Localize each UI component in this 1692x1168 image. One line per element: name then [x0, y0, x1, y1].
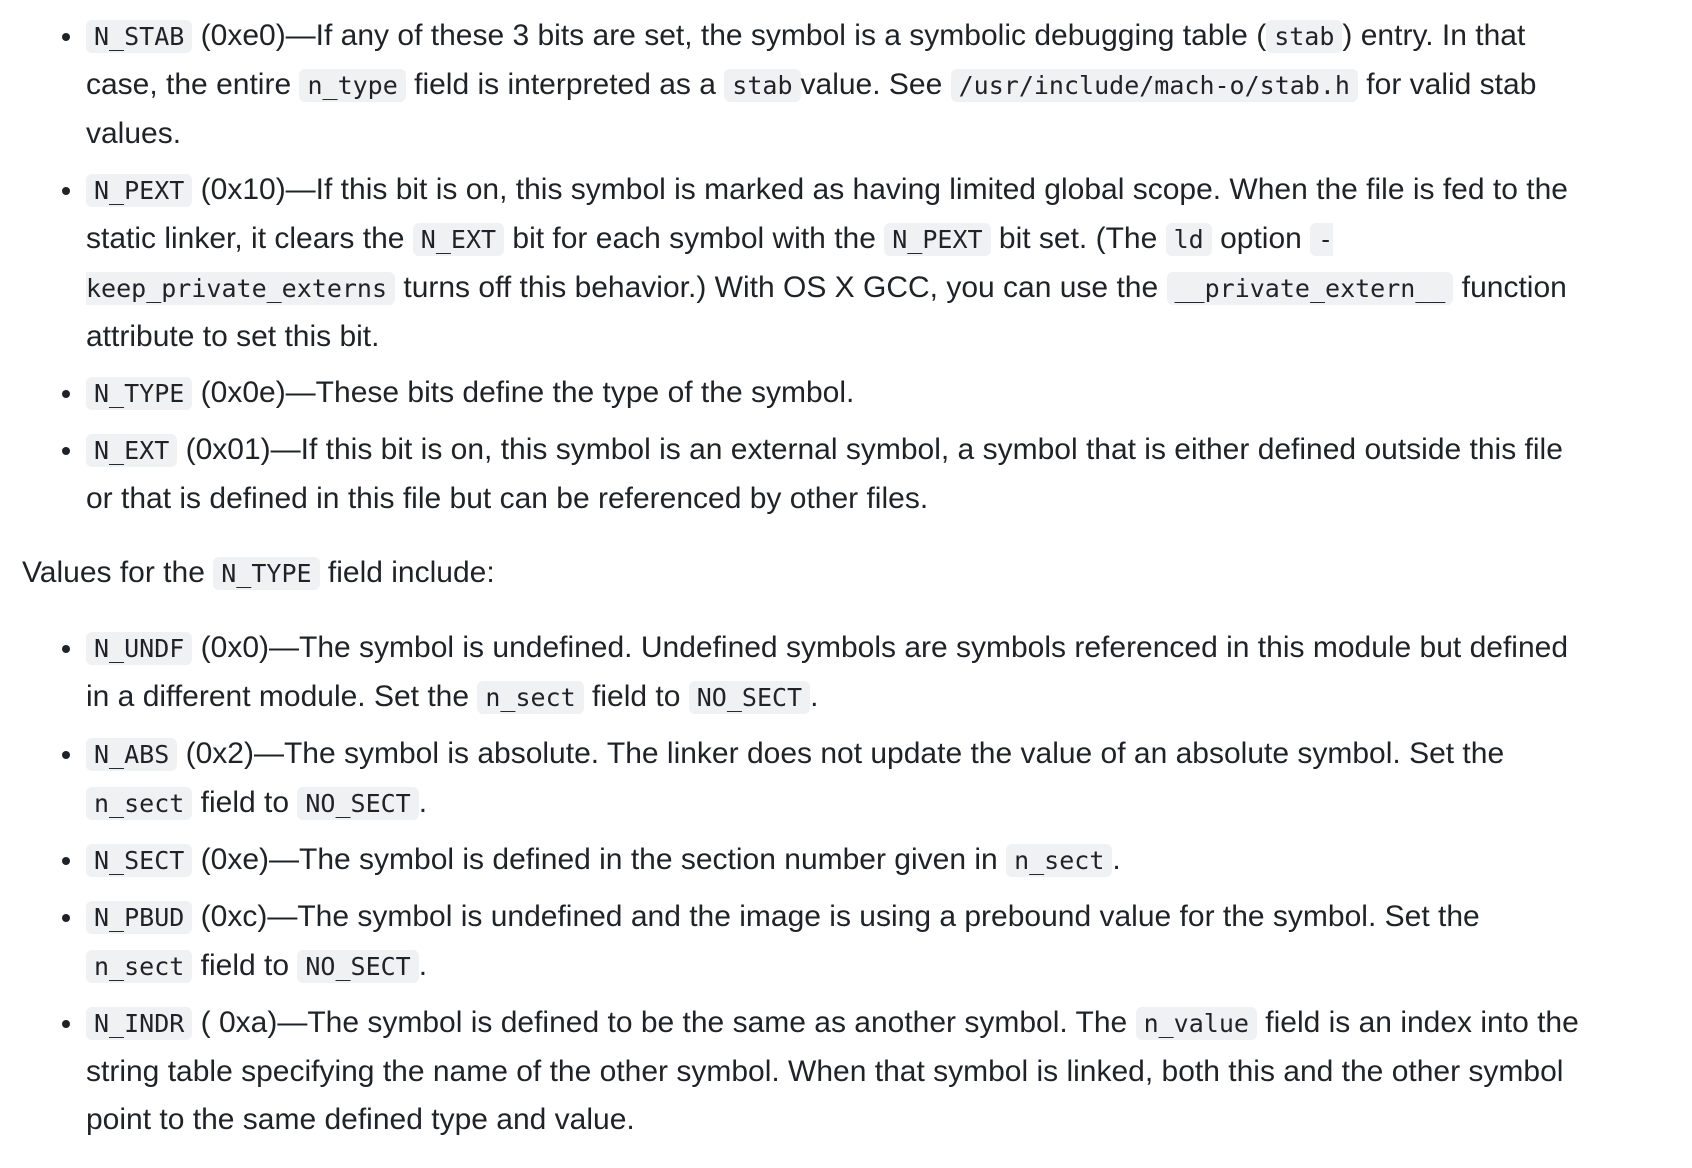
- inline-code: ld: [1165, 223, 1212, 256]
- inline-code: NO_SECT: [297, 950, 419, 983]
- list-item-n-pbud: N_PBUD (0xc)—The symbol is undefined and…: [22, 893, 1632, 991]
- inline-code: __private_extern__: [1166, 272, 1454, 305]
- inline-code: NO_SECT: [688, 681, 811, 714]
- inline-code: /usr/include/mach-o/stab.h: [950, 69, 1358, 102]
- inline-code: N_EXT: [86, 434, 178, 467]
- inline-code: n_sect: [86, 950, 193, 983]
- type-values-intro: Values for the N_TYPE field include:: [22, 556, 495, 590]
- inline-code: N_TYPE: [213, 557, 320, 590]
- inline-code: stab: [724, 69, 801, 102]
- type-values-list: N_UNDF (0x0)—The symbol is undefined. Un…: [22, 624, 1692, 1144]
- list-item-n-stab: N_STAB (0xe0)—If any of these 3 bits are…: [22, 12, 1632, 158]
- list-item-n-pext: N_PEXT (0x10)—If this bit is on, this sy…: [22, 166, 1632, 361]
- inline-code: n_sect: [86, 787, 193, 820]
- inline-code: n_sect: [477, 681, 584, 714]
- list-item-n-undf: N_UNDF (0x0)—The symbol is undefined. Un…: [22, 624, 1632, 722]
- inline-code: N_INDR: [86, 1007, 193, 1040]
- inline-code: N_TYPE: [86, 377, 193, 410]
- inline-code: n_type: [299, 69, 406, 102]
- list-item-n-sect: N_SECT (0xe)—The symbol is defined in th…: [22, 836, 1632, 885]
- document-page: N_STAB (0xe0)—If any of these 3 bits are…: [0, 0, 1692, 1168]
- list-item-n-ext: N_EXT (0x01)—If this bit is on, this sym…: [22, 426, 1632, 523]
- list-item-n-indr: N_INDR ( 0xa)—The symbol is defined to b…: [22, 999, 1632, 1144]
- inline-code: NO_SECT: [297, 787, 419, 820]
- inline-code: N_PEXT: [884, 223, 991, 256]
- inline-code: N_PBUD: [86, 901, 193, 934]
- list-item-n-abs: N_ABS (0x2)—The symbol is absolute. The …: [22, 730, 1632, 828]
- inline-code: N_PEXT: [86, 174, 193, 207]
- stab-bits-list: N_STAB (0xe0)—If any of these 3 bits are…: [22, 12, 1692, 523]
- inline-code: N_UNDF: [86, 632, 193, 665]
- inline-code: n_sect: [1006, 844, 1113, 877]
- inline-code: N_EXT: [412, 223, 505, 256]
- inline-code: N_STAB: [86, 20, 193, 53]
- inline-code: N_SECT: [86, 844, 193, 877]
- inline-code: N_ABS: [86, 738, 178, 771]
- inline-code: n_value: [1135, 1007, 1257, 1040]
- list-item-n-type: N_TYPE (0x0e)—These bits define the type…: [22, 369, 1632, 418]
- inline-code: stab: [1266, 20, 1343, 53]
